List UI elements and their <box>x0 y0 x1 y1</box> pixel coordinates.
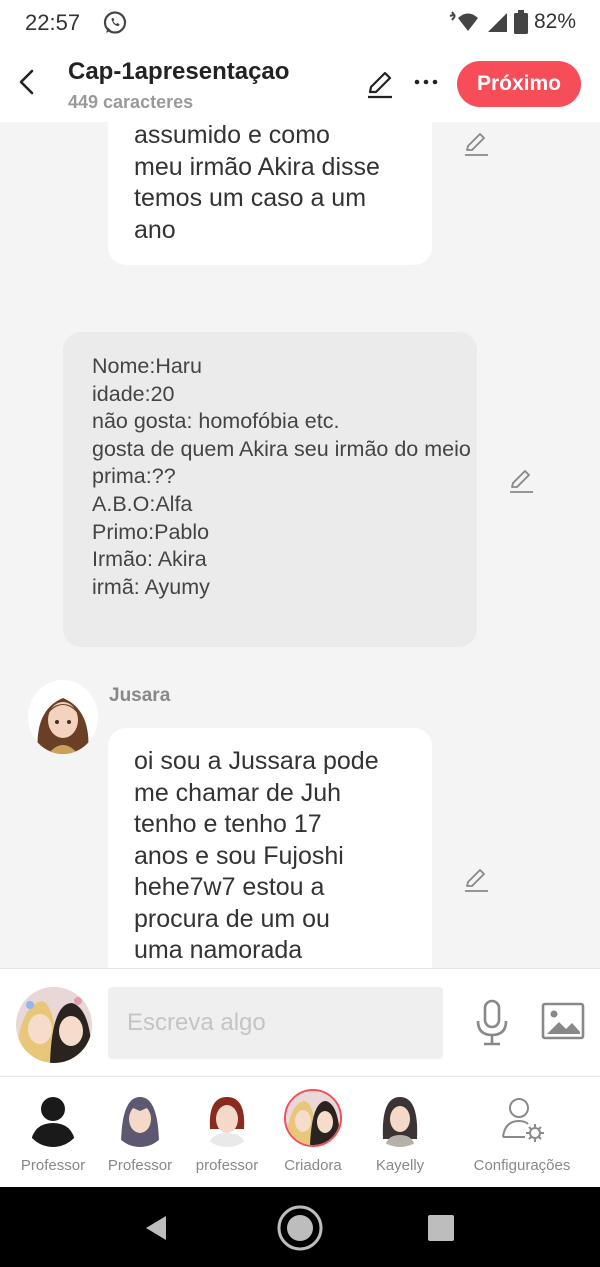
character-name: professor <box>195 1157 259 1174</box>
message-line: procura de um ou <box>134 904 330 933</box>
character-item[interactable]: Professor <box>8 1089 98 1174</box>
character-avatar <box>284 1089 342 1147</box>
message-line: oi sou a Jussara pode <box>134 747 379 775</box>
nav-back-icon[interactable] <box>142 1213 172 1243</box>
speaker-avatar[interactable] <box>28 680 98 754</box>
edit-message-icon[interactable] <box>462 866 490 894</box>
character-item-active[interactable]: Criadora <box>268 1089 358 1174</box>
character-avatar <box>24 1089 82 1147</box>
character-item[interactable]: Professor <box>95 1089 185 1174</box>
nav-home-icon[interactable] <box>275 1203 325 1253</box>
status-bar: 22:57 82% <box>0 0 600 48</box>
chapter-title: Cap-1apresentaçao <box>68 58 290 85</box>
edit-pencil-icon[interactable] <box>364 68 396 100</box>
edit-message-icon[interactable] <box>507 467 535 495</box>
whatsapp-icon <box>103 11 127 34</box>
character-name: Professor <box>20 1157 86 1174</box>
chapter-header: Cap-1apresentaçao 449 caracteres Próximo <box>0 48 600 122</box>
character-name: Criadora <box>284 1157 342 1174</box>
message-input[interactable] <box>108 987 443 1059</box>
microphone-icon[interactable] <box>472 999 512 1047</box>
more-options-icon[interactable] <box>410 66 442 98</box>
battery-icon <box>513 10 528 34</box>
message-line: meu irmão Akira disse <box>134 152 380 181</box>
character-avatar <box>198 1089 256 1147</box>
message-line: ano <box>134 215 176 244</box>
chat-area[interactable]: assumido e como meu irmão Akira disse te… <box>0 122 600 968</box>
system-nav-bar <box>0 1187 600 1267</box>
message-line: assumido e como <box>134 122 330 149</box>
message-bubble[interactable]: oi sou a Jussara pode me chamar de Juh t… <box>108 728 432 968</box>
character-name: Kayelly <box>375 1157 425 1174</box>
message-line: me chamar de Juh <box>134 778 342 807</box>
avatar-image <box>16 987 92 1063</box>
character-count: 449 caracteres <box>68 92 194 112</box>
edit-message-icon[interactable] <box>462 130 490 158</box>
user-settings-icon <box>493 1089 551 1147</box>
message-line: uma namorada <box>134 936 303 964</box>
image-icon[interactable] <box>541 1002 585 1042</box>
character-avatar <box>371 1089 429 1147</box>
message-line: hehe7w7 estou a <box>134 873 325 901</box>
character-avatar <box>111 1089 169 1147</box>
composer-bar <box>0 968 600 1077</box>
message-bubble[interactable]: assumido e como meu irmão Akira disse te… <box>108 122 432 265</box>
message-line: tenho e tenho 17 <box>134 810 322 838</box>
speaker-name: Jusara <box>109 685 171 706</box>
character-item[interactable]: Kayelly <box>355 1089 445 1174</box>
wifi-icon <box>449 11 478 31</box>
settings-item[interactable]: Configurações <box>467 1089 577 1174</box>
settings-label: Configurações <box>473 1157 571 1174</box>
message-line: anos e sou Fujoshi <box>134 841 344 870</box>
signal-icon <box>487 13 507 32</box>
nav-recents-icon[interactable] <box>428 1215 454 1241</box>
battery-percent: 82% <box>533 10 576 33</box>
current-character-avatar[interactable] <box>16 987 92 1063</box>
message-line: temos um caso a um <box>134 184 367 212</box>
status-time: 22:57 <box>25 10 81 35</box>
back-arrow-icon[interactable] <box>12 66 44 98</box>
avatar-image <box>28 680 98 754</box>
character-selector: Professor Professor professor Criadora K… <box>0 1077 600 1187</box>
character-item[interactable]: professor <box>182 1089 272 1174</box>
next-button[interactable]: Próximo <box>457 61 581 107</box>
narration-block[interactable]: Nome:Haru idade:20 não gosta: homofóbia … <box>63 332 477 647</box>
character-name: Professor <box>107 1157 173 1174</box>
